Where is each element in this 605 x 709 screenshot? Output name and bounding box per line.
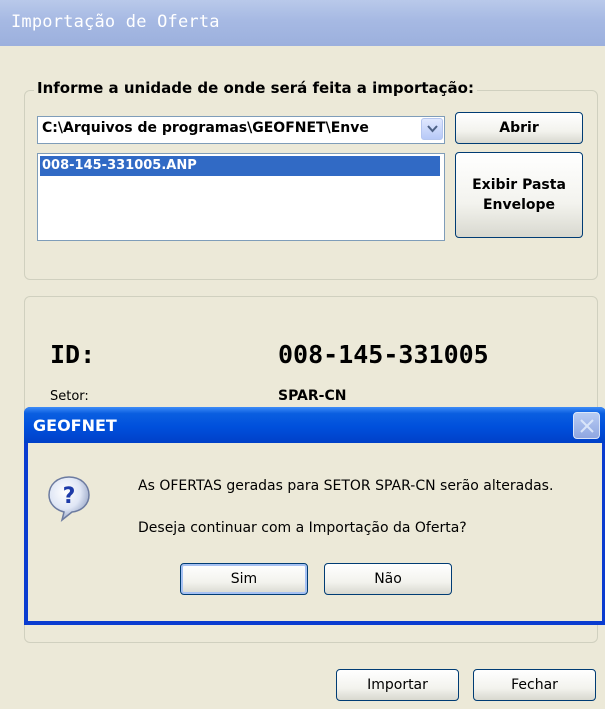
setor-value: SPAR-CN	[278, 388, 347, 404]
window-title: Importação de Oferta	[11, 12, 220, 32]
yes-button[interactable]: Sim	[180, 563, 308, 595]
open-button[interactable]: Abrir	[455, 112, 583, 144]
no-button[interactable]: Não	[324, 563, 452, 595]
file-list[interactable]: 008-145-331005.ANP	[37, 153, 445, 241]
close-button-label: Fechar	[511, 677, 558, 693]
import-button-label: Importar	[367, 677, 428, 693]
import-source-legend: Informe a unidade de onde será feita a i…	[34, 79, 477, 97]
question-icon: ?	[48, 476, 90, 522]
id-value: 008-145-331005	[278, 340, 489, 369]
path-combobox[interactable]: C:\Arquivos de programas\GEOFNET\Enve	[37, 116, 445, 144]
id-label: ID:	[50, 340, 96, 369]
chevron-down-icon	[427, 125, 438, 133]
window-titlebar[interactable]: Importação de Oferta	[0, 0, 605, 46]
dialog-titlebar[interactable]: GEOFNET	[24, 407, 605, 443]
dialog-message-line2: Deseja continuar com a Importação da Ofe…	[138, 520, 467, 536]
dialog-message-line1: As OFERTAS geradas para SETOR SPAR-CN se…	[138, 478, 554, 494]
svg-text:?: ?	[63, 484, 76, 509]
show-envelope-folder-button[interactable]: Exibir Pasta Envelope	[455, 152, 583, 238]
path-value: C:\Arquivos de programas\GEOFNET\Enve	[42, 120, 369, 136]
dialog-body: ? As OFERTAS geradas para SETOR SPAR-CN …	[28, 443, 602, 621]
dialog-close-button[interactable]	[573, 412, 600, 439]
no-button-label: Não	[374, 571, 402, 587]
show-folder-label-line1: Exibir Pasta	[472, 177, 566, 193]
setor-label: Setor:	[50, 389, 89, 404]
show-folder-label: Exibir Pasta Envelope	[472, 175, 566, 215]
open-button-label: Abrir	[499, 120, 539, 136]
dropdown-button[interactable]	[421, 118, 443, 140]
yes-button-label: Sim	[230, 571, 258, 587]
confirm-dialog: GEOFNET ? As OFERTAS geradas para SETOR …	[24, 407, 605, 625]
close-icon	[580, 419, 594, 433]
import-button[interactable]: Importar	[336, 669, 459, 701]
dialog-title: GEOFNET	[33, 416, 117, 435]
close-button[interactable]: Fechar	[473, 669, 596, 701]
show-folder-label-line2: Envelope	[482, 197, 556, 213]
list-item[interactable]: 008-145-331005.ANP	[40, 156, 440, 176]
